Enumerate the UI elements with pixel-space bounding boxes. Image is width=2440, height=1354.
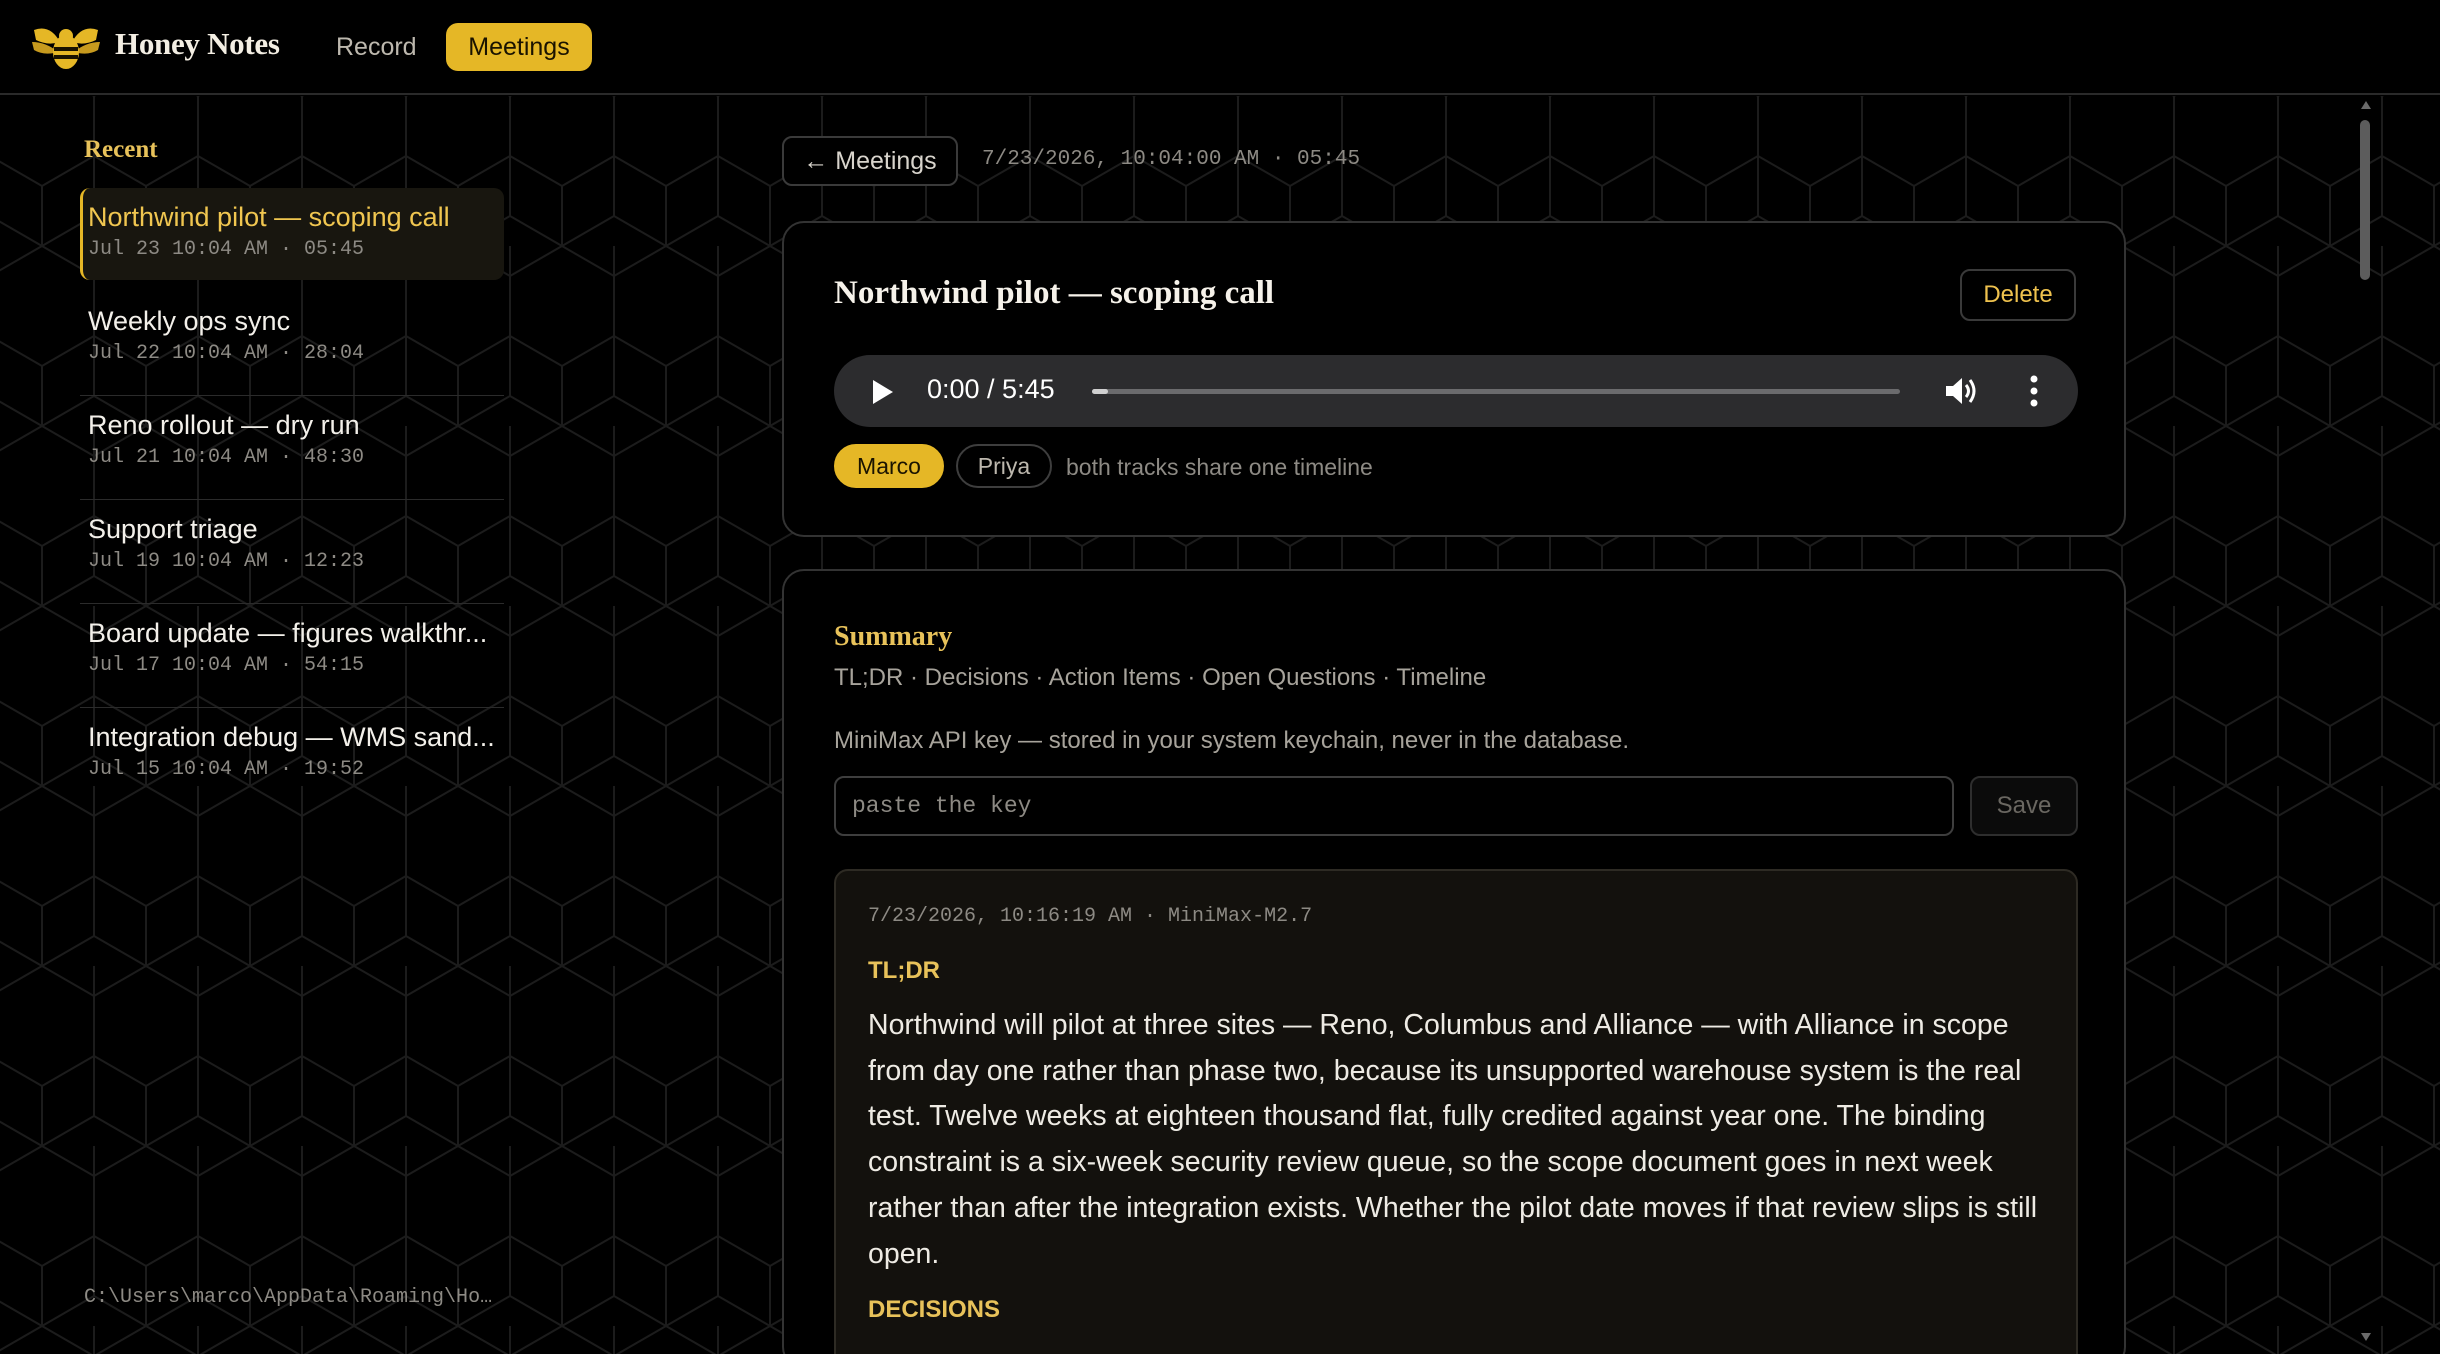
- api-key-input[interactable]: [834, 776, 1954, 836]
- summary-card: Summary TL;DR · Decisions · Action Items…: [782, 569, 2126, 1354]
- back-to-meetings-button[interactable]: ← Meetings: [782, 136, 958, 186]
- meeting-item-meta: Jul 17 10:04 AM · 54:15: [88, 654, 365, 677]
- meeting-item-title: Northwind pilot — scoping call: [88, 202, 450, 232]
- scroll-down-icon[interactable]: [2360, 1332, 2372, 1342]
- scrollbar-thumb[interactable]: [2360, 120, 2370, 280]
- nav-meetings-tab[interactable]: Meetings: [446, 23, 592, 71]
- data-path: C:\Users\marco\AppData\Roaming\Ho...: [84, 1286, 504, 1309]
- sidebar: Recent Northwind pilot — scoping call Ju…: [0, 96, 520, 1354]
- app-title: Honey Notes: [115, 26, 280, 61]
- speaker-chip-priya[interactable]: Priya: [956, 444, 1052, 488]
- meeting-item-meta: Jul 15 10:04 AM · 19:52: [88, 758, 365, 781]
- meeting-item-title: Weekly ops sync: [88, 306, 291, 336]
- meeting-list-item[interactable]: Board update — figures walkthr... Jul 17…: [80, 604, 504, 708]
- summary-generated-meta: 7/23/2026, 10:16:19 AM · MiniMax-M2.7: [868, 905, 1313, 928]
- play-icon[interactable]: [872, 379, 894, 405]
- meeting-list-item[interactable]: Support triage Jul 19 10:04 AM · 12:23: [80, 500, 504, 604]
- audio-player: 0:00 / 5:45: [834, 355, 2078, 427]
- volume-icon[interactable]: [1944, 375, 1978, 407]
- meeting-item-title: Support triage: [88, 514, 258, 544]
- summary-heading: Summary: [834, 621, 953, 652]
- meeting-item-title: Board update — figures walkthr...: [88, 618, 488, 648]
- meeting-list-item[interactable]: Reno rollout — dry run Jul 21 10:04 AM ·…: [80, 396, 504, 500]
- meeting-list-item[interactable]: Weekly ops sync Jul 22 10:04 AM · 28:04: [80, 292, 504, 396]
- api-key-label: MiniMax API key — stored in your system …: [834, 727, 1630, 754]
- save-key-button[interactable]: Save: [1970, 776, 2078, 836]
- meeting-item-meta: Jul 19 10:04 AM · 12:23: [88, 550, 365, 573]
- meeting-item-meta: Jul 21 10:04 AM · 48:30: [88, 446, 365, 469]
- meeting-card: Northwind pilot — scoping call Delete 0:…: [782, 221, 2126, 537]
- seek-progress: [1092, 389, 1109, 394]
- delete-button[interactable]: Delete: [1960, 269, 2076, 321]
- playback-time: 0:00 / 5:45: [927, 374, 1055, 404]
- tldr-heading: TL;DR: [868, 957, 940, 984]
- summary-sections-line: TL;DR · Decisions · Action Items · Open …: [834, 664, 1487, 691]
- meeting-list-item[interactable]: Northwind pilot — scoping call Jul 23 10…: [80, 188, 504, 280]
- recent-heading: Recent: [84, 136, 158, 163]
- meeting-list: Northwind pilot — scoping call Jul 23 10…: [80, 188, 504, 812]
- meeting-datetime: 7/23/2026, 10:04:00 AM · 05:45: [982, 148, 1361, 171]
- bee-logo-icon: [32, 28, 100, 69]
- tldr-text: Northwind will pilot at three sites — Re…: [868, 1009, 2038, 1270]
- scrollbar[interactable]: [2352, 96, 2380, 1354]
- nav-record-tab[interactable]: Record: [318, 23, 435, 71]
- meeting-item-meta: Jul 22 10:04 AM · 28:04: [88, 342, 365, 365]
- tracks-note: both tracks share one timeline: [1066, 454, 1373, 480]
- scroll-up-icon[interactable]: [2360, 100, 2372, 110]
- meeting-item-title: Integration debug — WMS sand...: [88, 722, 495, 752]
- meeting-list-item[interactable]: Integration debug — WMS sand... Jul 15 1…: [80, 708, 504, 812]
- seek-bar[interactable]: [1092, 389, 1900, 394]
- speaker-chip-marco[interactable]: Marco: [834, 444, 944, 488]
- more-vertical-icon[interactable]: [2028, 375, 2040, 407]
- summary-content: 7/23/2026, 10:16:19 AM · MiniMax-M2.7 TL…: [834, 869, 2078, 1354]
- meeting-title: Northwind pilot — scoping call: [834, 275, 1275, 311]
- meeting-item-meta: Jul 23 10:04 AM · 05:45: [88, 238, 365, 261]
- meeting-item-title: Reno rollout — dry run: [88, 410, 360, 440]
- top-bar: Honey Notes Record Meetings: [0, 0, 2440, 95]
- decisions-heading: DECISIONS: [868, 1296, 1001, 1323]
